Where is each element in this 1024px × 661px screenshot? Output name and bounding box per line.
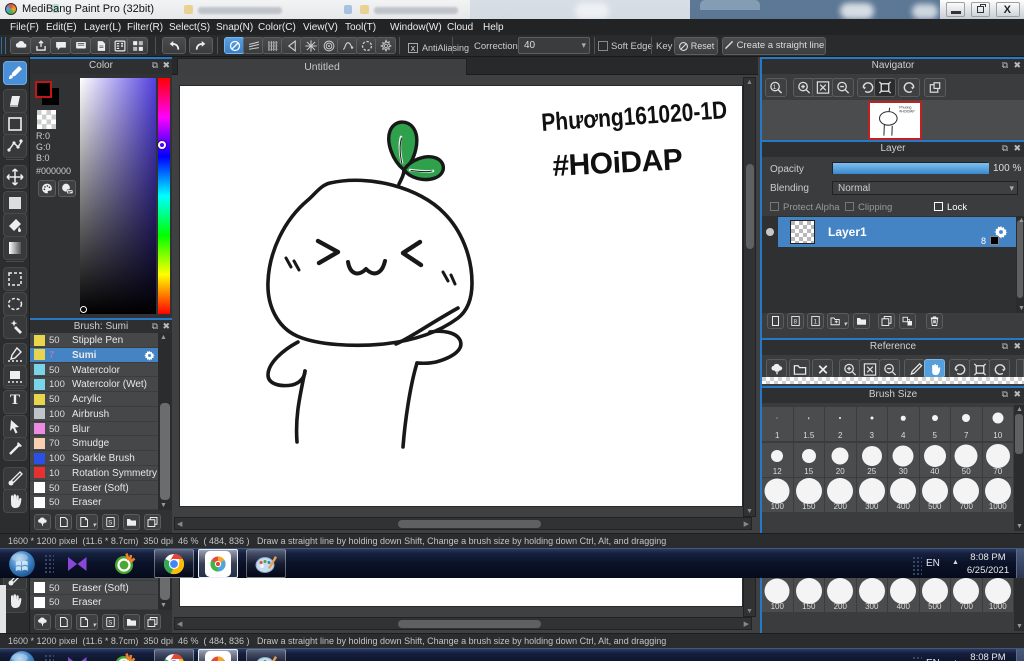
svg-text:8: 8 [794,319,798,325]
svg-text:#HOiDAP: #HOiDAP [552,143,683,183]
svg-text:1: 1 [814,319,818,325]
svg-text:1: 1 [773,84,777,91]
svg-text:Phuong: Phuong [899,105,911,109]
svg-text:Phương161020-1D: Phương161020-1D [540,96,728,137]
svg-text:S: S [108,620,112,626]
svg-text:#HOIDAP: #HOIDAP [899,109,915,113]
svg-text:S: S [108,520,112,526]
